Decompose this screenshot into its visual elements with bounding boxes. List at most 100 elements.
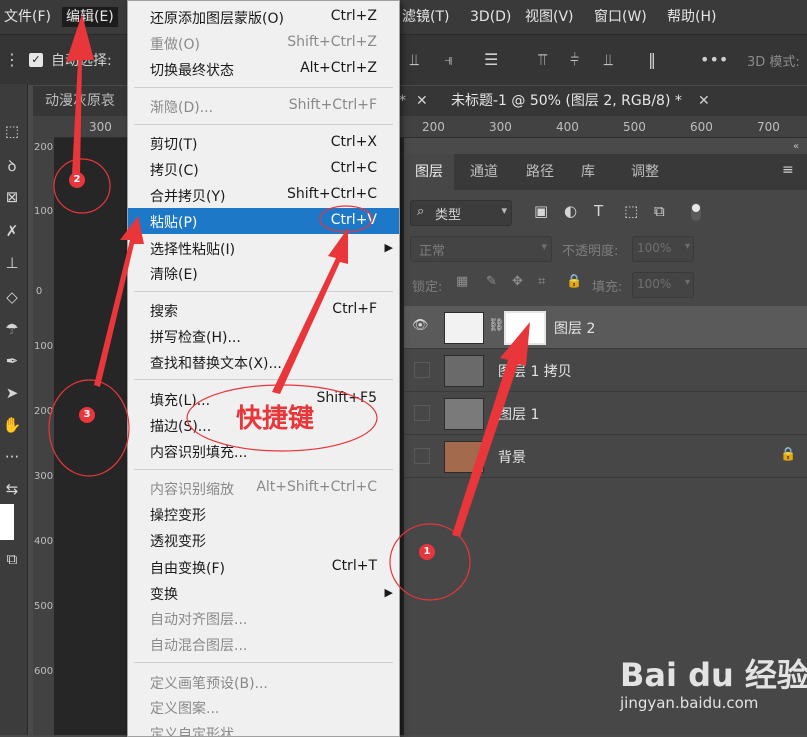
lock-position-icon[interactable]: ✥ [512, 274, 523, 289]
layer-mask-thumbnail[interactable] [504, 311, 546, 345]
menu-help[interactable]: 帮助(H) [663, 7, 720, 27]
menu-item-redo[interactable]: 重做(O) Shift+Ctrl+Z [128, 30, 399, 56]
menu-item-label: 清除(E) [150, 267, 198, 283]
screen-mode-icon[interactable]: ⧉ [0, 550, 24, 568]
menu-item-clear[interactable]: 清除(E) [128, 260, 399, 286]
visibility-box[interactable] [414, 405, 430, 421]
tab-doc-1[interactable]: 动漫灰原哀 [45, 86, 115, 116]
visibility-box[interactable] [414, 448, 430, 464]
panel-menu-icon[interactable]: ≡ [782, 162, 794, 178]
smart-object-filter-icon[interactable]: ⧉ [654, 202, 665, 220]
hand-tool-icon[interactable]: ✋ [0, 416, 24, 434]
lock-transparent-icon[interactable]: ▦ [456, 274, 468, 289]
align-top-icon[interactable]: ⫪ [538, 50, 547, 70]
menu-item-copy-merged[interactable]: 合并拷贝(Y) Shift+Ctrl+C [128, 182, 399, 208]
shape-filter-icon[interactable]: ⬚ [624, 202, 638, 220]
menu-item-auto-align[interactable]: 自动对齐图层... [128, 605, 399, 631]
align-bottom-icon[interactable]: ⫫ [604, 50, 613, 70]
tab-1-close-icon[interactable]: ✕ [416, 86, 428, 116]
menu-filter[interactable]: 滤镜(T) [398, 7, 453, 27]
menu-item-define-brush[interactable]: 定义画笔预设(B)... [128, 669, 399, 695]
layer-row[interactable]: 图层 1 拷贝 [404, 349, 807, 392]
annotation-badge-1: 1 [419, 544, 435, 560]
lock-pixels-icon[interactable]: ✎ [486, 274, 497, 289]
menu-item-transform[interactable]: 变换 ▶ [128, 580, 399, 606]
tab-library[interactable]: 库 [568, 154, 608, 190]
menu-item-label: 操控变形 [150, 508, 206, 524]
foreground-color-swatch[interactable] [0, 504, 14, 540]
menu-item-search[interactable]: 搜索 Ctrl+F [128, 297, 399, 323]
menu-item-label: 重做(O) [150, 37, 200, 53]
lock-artboard-icon[interactable]: ⌗ [538, 274, 545, 289]
menu-item-shortcut: Shift+Ctrl+F [288, 97, 377, 113]
layer-row[interactable]: 背景 🔒 [404, 435, 807, 478]
blend-mode-select[interactable]: 正常 ▾ [410, 236, 552, 262]
fill-field[interactable]: 100% ▾ [632, 272, 694, 298]
menu-item-paste-special[interactable]: 选择性粘贴(I) ▶ [128, 235, 399, 261]
menu-item-auto-blend[interactable]: 自动混合图层... [128, 631, 399, 657]
pen-tool-icon[interactable]: ✒ [0, 352, 24, 370]
crop-tool-icon[interactable]: ⊠ [0, 188, 24, 206]
eye-icon[interactable]: 👁 [412, 318, 429, 334]
layer-row[interactable]: 图层 1 [404, 392, 807, 435]
type-filter-icon[interactable]: T [594, 202, 603, 220]
tab-channels[interactable]: 通道 [456, 154, 512, 190]
filter-toggle[interactable] [691, 203, 701, 221]
lock-icon[interactable]: 🔒 [780, 447, 796, 462]
panel-collapse-icon[interactable]: « [793, 141, 799, 152]
distribute-h-icon[interactable]: ‖ [648, 50, 656, 69]
menu-item-content-aware-fill[interactable]: 内容识别填充... [128, 438, 399, 464]
lock-all-icon[interactable]: 🔒 [566, 274, 582, 289]
menu-item-cut[interactable]: 剪切(T) Ctrl+X [128, 130, 399, 156]
annotation-badge-3: 3 [79, 407, 95, 423]
tab-adjustments[interactable]: 调整 [610, 154, 680, 190]
pixel-filter-icon[interactable]: ▣ [534, 202, 548, 220]
menu-item-paste[interactable]: 粘贴(P) Ctrl+V [128, 208, 399, 234]
menu-3d[interactable]: 3D(D) [466, 7, 515, 27]
align-middle-icon[interactable]: ⫩ [570, 50, 579, 70]
adjustment-filter-icon[interactable]: ◐ [564, 202, 577, 220]
tab-layers[interactable]: 图层 [404, 154, 454, 190]
menu-item-perspective-warp[interactable]: 透视变形 [128, 527, 399, 553]
eyedropper-tool-icon[interactable]: ✗ [0, 222, 24, 240]
menu-item-find-replace[interactable]: 查找和替换文本(X)... [128, 349, 399, 375]
menu-view[interactable]: 视图(V) [521, 7, 578, 27]
swap-colors-icon[interactable]: ⇆ [0, 480, 24, 498]
stamp-tool-icon[interactable]: ⊥ [0, 254, 24, 272]
more-tools-icon[interactable]: ··· [0, 448, 24, 466]
menu-item-free-transform[interactable]: 自由变换(F) Ctrl+T [128, 554, 399, 580]
visibility-box[interactable] [414, 362, 430, 378]
align-right-icon[interactable]: ⫣ [444, 50, 454, 70]
menu-edit[interactable]: 编辑(E) [62, 7, 118, 27]
menu-item-toggle-last-state[interactable]: 切换最终状态 Alt+Ctrl+Z [128, 56, 399, 82]
link-icon[interactable]: ⛓ [488, 318, 505, 333]
menu-file[interactable]: 文件(F) [0, 7, 55, 27]
menu-item-puppet-warp[interactable]: 操控变形 [128, 501, 399, 527]
menu-item-define-pattern[interactable]: 定义图案... [128, 694, 399, 720]
menu-item-undo[interactable]: 还原添加图层蒙版(O) Ctrl+Z [128, 4, 399, 30]
more-options-icon[interactable]: ••• [700, 50, 728, 69]
menu-item-define-shape[interactable]: 定义自定形状... [128, 720, 399, 736]
marquee-tool-icon[interactable]: ⬚ [0, 122, 24, 140]
auto-select-checkbox[interactable]: ✓ [29, 53, 43, 67]
smudge-tool-icon[interactable]: ☂ [0, 320, 24, 338]
menu-item-spell-check[interactable]: 拼写检查(H)... [128, 323, 399, 349]
path-select-tool-icon[interactable]: ➤ [0, 384, 24, 402]
distribute-icon[interactable]: ☰ [484, 50, 498, 69]
eraser-tool-icon[interactable]: ◇ [0, 288, 24, 306]
align-vcenter-icon[interactable]: ⫫ [410, 50, 419, 70]
tab-2-close-icon[interactable]: ✕ [698, 86, 710, 116]
menu-item-fade[interactable]: 渐隐(D)... Shift+Ctrl+F [128, 93, 399, 119]
menu-item-shortcut: Ctrl+V [330, 212, 377, 228]
menu-item-content-aware-scale[interactable]: 内容识别缩放 Alt+Shift+Ctrl+C [128, 475, 399, 501]
lasso-tool-icon[interactable]: ꝺ [0, 156, 24, 176]
opacity-field[interactable]: 100% ▾ [632, 236, 694, 262]
layer-row[interactable]: 👁 ⛓ 图层 2 [404, 306, 807, 349]
menu-item-label: 拷贝(C) [150, 163, 199, 179]
tab-paths[interactable]: 路径 [514, 154, 566, 190]
menu-item-label: 粘贴(P) [150, 215, 198, 231]
menu-window[interactable]: 窗口(W) [590, 7, 651, 27]
layer-filter-select[interactable]: ⌕ 类型 ▾ [410, 200, 512, 226]
menu-item-copy[interactable]: 拷贝(C) Ctrl+C [128, 156, 399, 182]
tab-doc-2[interactable]: 未标题-1 @ 50% (图层 2, RGB/8) * [451, 86, 682, 116]
